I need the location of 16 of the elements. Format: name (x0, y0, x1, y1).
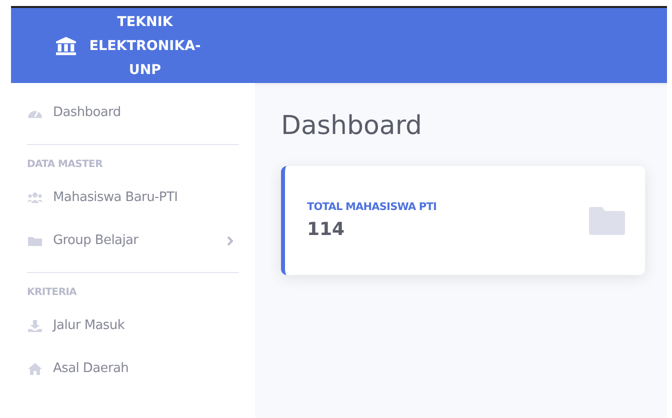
menu-item[interactable]: Asal Daerah (27, 347, 239, 390)
home-icon (27, 362, 43, 376)
brand-title[interactable]: TEKNIK ELEKTRONIKA- UNP (89, 10, 201, 82)
page-title: Dashboard (281, 111, 424, 141)
menu-item[interactable]: Mahasiswa Baru-PTI (27, 176, 239, 219)
folder-icon (589, 206, 625, 234)
users-icon (27, 190, 43, 204)
menu-item[interactable]: Group Belajar (27, 219, 239, 262)
download-icon (27, 318, 43, 332)
section-heading: KRITERIA (27, 286, 78, 300)
section-heading: DATA MASTER (27, 158, 104, 172)
menu-item[interactable]: Jalur Masuk (27, 304, 239, 347)
stat-label: TOTAL MAHASISWA PTI (307, 201, 438, 213)
menu-item[interactable]: Dashboard (27, 91, 239, 134)
stat-value: 114 (307, 219, 346, 240)
bank-icon (55, 36, 78, 56)
